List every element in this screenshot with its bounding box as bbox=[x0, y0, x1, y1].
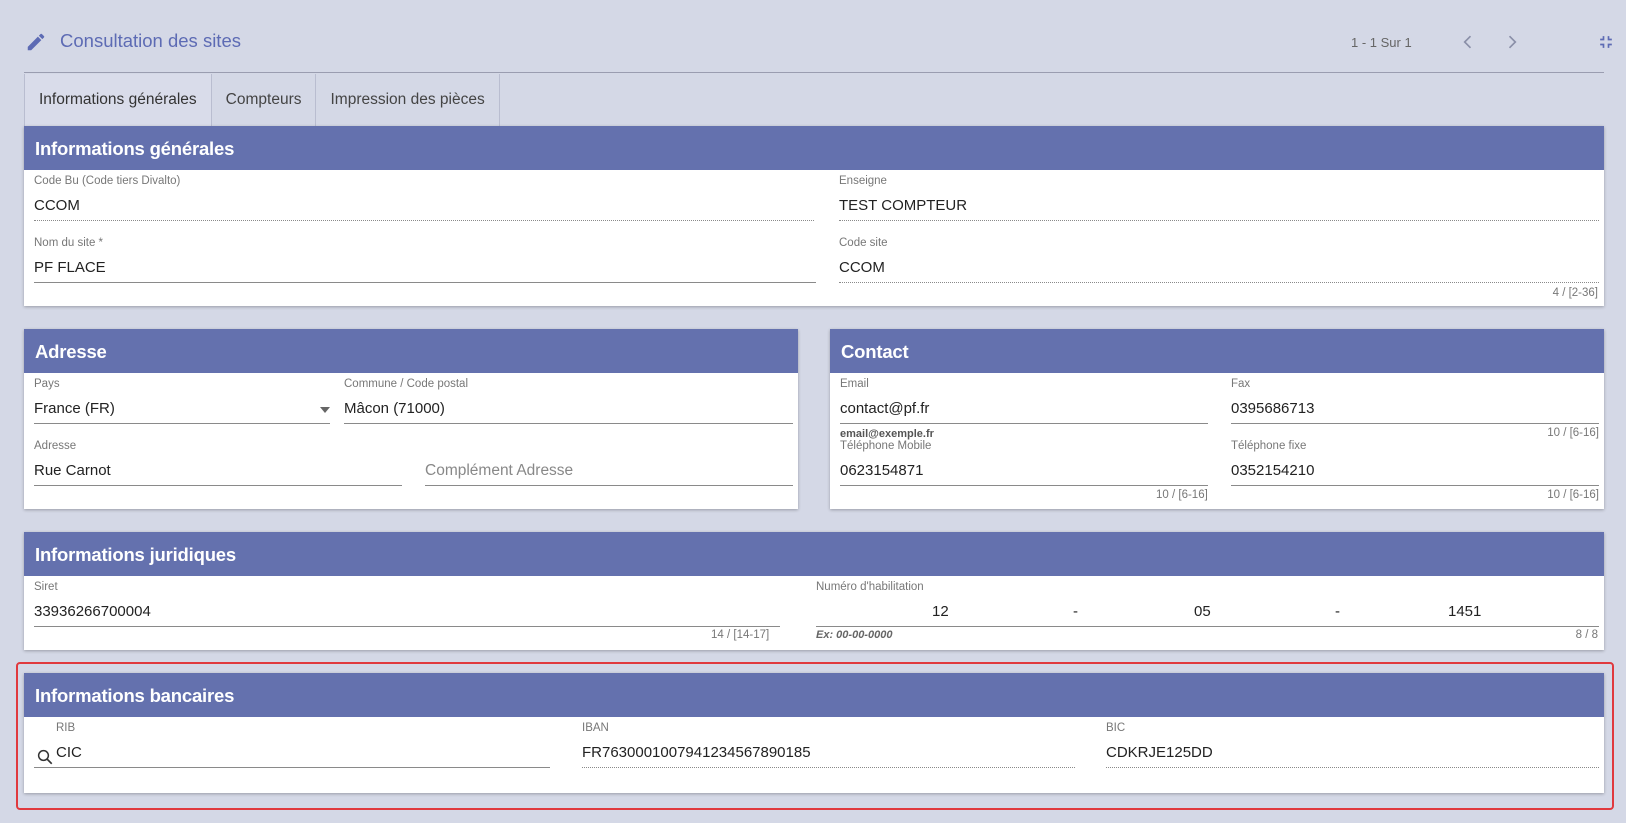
nom-site-field[interactable]: Nom du site * PF FLACE bbox=[34, 237, 816, 285]
field-value: 33936266700004 bbox=[34, 603, 151, 620]
field-label: Email bbox=[840, 378, 869, 390]
address-card: Adresse Pays France (FR) Commune / Code … bbox=[24, 329, 798, 509]
general-info-card: Informations générales Code Bu (Code tie… bbox=[24, 126, 1604, 306]
fax-field[interactable]: Fax 0395686713 bbox=[1231, 378, 1599, 426]
field-value: France (FR) bbox=[34, 400, 115, 417]
habilitation-part-3: 1451 bbox=[1448, 603, 1482, 620]
char-counter: 4 / [2-36] bbox=[1552, 287, 1598, 299]
field-label: Enseigne bbox=[839, 175, 887, 187]
field-label: Commune / Code postal bbox=[344, 378, 469, 390]
pagination-info: 1 - 1 Sur 1 bbox=[1351, 35, 1412, 50]
complement-adresse-field[interactable]: Complément Adresse bbox=[425, 440, 793, 488]
habilitation-part-1: 12 bbox=[932, 603, 949, 620]
section-title: Informations juridiques bbox=[24, 532, 1604, 576]
field-label: Adresse bbox=[34, 440, 77, 452]
field-label: Fax bbox=[1231, 378, 1251, 390]
field-label: Nom du site * bbox=[34, 237, 104, 249]
field-placeholder: Complément Adresse bbox=[425, 462, 574, 479]
field-value: 0623154871 bbox=[840, 462, 924, 479]
code-site-field[interactable]: Code site CCOM bbox=[839, 237, 1599, 285]
email-hint: email@exemple.fr bbox=[840, 428, 934, 440]
commune-field[interactable]: Commune / Code postal Mâcon (71000) bbox=[344, 378, 793, 426]
pencil-icon[interactable] bbox=[25, 31, 47, 53]
page-header: Consultation des sites 1 - 1 Sur 1 bbox=[24, 22, 1612, 74]
contact-card: Contact Email contact@pf.fr email@exempl… bbox=[830, 329, 1604, 509]
char-counter: 10 / [6-16] bbox=[1547, 427, 1599, 439]
field-value: contact@pf.fr bbox=[840, 400, 930, 417]
header-divider bbox=[24, 72, 1604, 73]
field-label: Code Bu (Code tiers Divalto) bbox=[34, 175, 181, 187]
mobile-phone-field[interactable]: Téléphone Mobile 0623154871 bbox=[840, 440, 1208, 488]
pays-select[interactable]: Pays France (FR) bbox=[34, 378, 330, 426]
tab-bar: Informations générales Compteurs Impress… bbox=[24, 74, 500, 126]
field-label: Téléphone Mobile bbox=[840, 440, 932, 452]
field-label: Téléphone fixe bbox=[1231, 440, 1307, 452]
habilitation-separator: - bbox=[1073, 603, 1078, 620]
adresse-field[interactable]: Adresse Rue Carnot bbox=[34, 440, 402, 488]
highlight-frame bbox=[16, 662, 1614, 810]
field-label: Code site bbox=[839, 237, 888, 249]
char-counter: 10 / [6-16] bbox=[1156, 489, 1208, 501]
email-field[interactable]: Email contact@pf.fr bbox=[840, 378, 1208, 426]
field-value: CCOM bbox=[839, 259, 885, 276]
habilitation-field[interactable]: Numéro d'habilitation 12 - 05 - 1451 bbox=[816, 581, 1599, 629]
char-counter: 10 / [6-16] bbox=[1547, 489, 1599, 501]
habilitation-part-2: 05 bbox=[1194, 603, 1211, 620]
habilitation-separator: - bbox=[1335, 603, 1340, 620]
chevron-right-icon[interactable] bbox=[1498, 28, 1526, 56]
char-counter: 14 / [14-17] bbox=[711, 629, 770, 641]
section-title: Informations générales bbox=[24, 126, 1604, 170]
field-label: Numéro d'habilitation bbox=[816, 581, 924, 593]
field-value: 0395686713 bbox=[1231, 400, 1315, 417]
field-value: 0352154210 bbox=[1231, 462, 1315, 479]
section-title: Adresse bbox=[24, 329, 798, 373]
legal-info-card: Informations juridiques Siret 3393626670… bbox=[24, 532, 1604, 650]
code-bu-field[interactable]: Code Bu (Code tiers Divalto) CCOM bbox=[34, 175, 814, 223]
fullscreen-exit-icon[interactable] bbox=[1592, 28, 1620, 56]
tab-impression-pieces[interactable]: Impression des pièces bbox=[316, 74, 500, 126]
page-title: Consultation des sites bbox=[60, 30, 241, 51]
section-title: Contact bbox=[830, 329, 1604, 373]
habilitation-hint: Ex: 00-00-0000 bbox=[816, 629, 893, 641]
dropdown-arrow-icon[interactable] bbox=[320, 407, 330, 413]
char-counter: 8 / 8 bbox=[1575, 629, 1598, 641]
field-value: CCOM bbox=[34, 197, 80, 214]
field-value: Rue Carnot bbox=[34, 462, 111, 479]
field-value: PF FLACE bbox=[34, 259, 106, 276]
enseigne-field[interactable]: Enseigne TEST COMPTEUR bbox=[839, 175, 1599, 223]
landline-phone-field[interactable]: Téléphone fixe 0352154210 bbox=[1231, 440, 1599, 488]
field-label: Siret bbox=[34, 581, 58, 593]
tab-compteurs[interactable]: Compteurs bbox=[212, 74, 317, 126]
chevron-left-icon[interactable] bbox=[1454, 28, 1482, 56]
tab-informations-generales[interactable]: Informations générales bbox=[24, 74, 212, 126]
field-value: Mâcon (71000) bbox=[344, 400, 445, 417]
siret-field[interactable]: Siret 33936266700004 bbox=[34, 581, 780, 629]
field-value: TEST COMPTEUR bbox=[839, 197, 968, 214]
field-label: Pays bbox=[34, 378, 60, 390]
